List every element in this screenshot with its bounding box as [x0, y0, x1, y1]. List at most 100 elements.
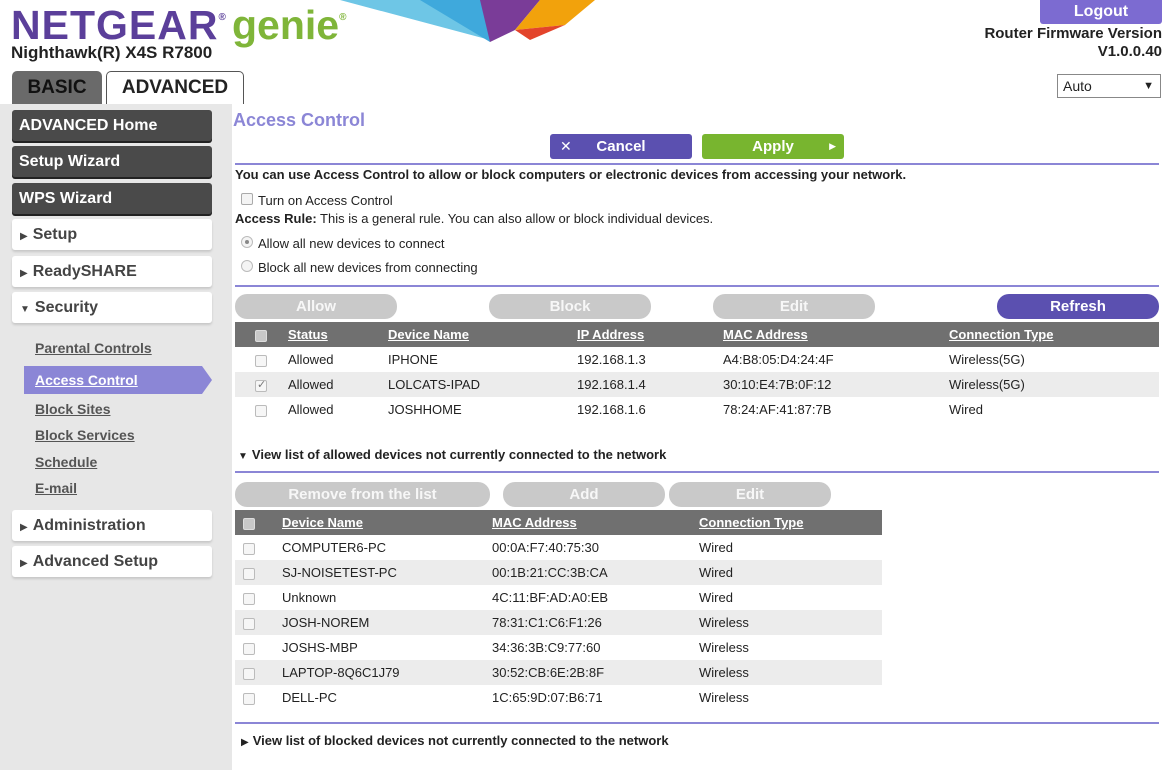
ip-cell: 192.168.1.6	[577, 402, 646, 417]
device-name-cell: JOSH-NOREM	[282, 610, 492, 635]
firmware-label: Router Firmware Version	[984, 25, 1162, 42]
edit-button[interactable]: Edit	[713, 294, 875, 319]
connection-type-header[interactable]: Connection Type	[949, 322, 1159, 347]
row-select-cell	[235, 347, 288, 372]
apply-button[interactable]: Apply ▶	[702, 134, 844, 159]
ip-cell: 192.168.1.3	[577, 352, 646, 367]
mac-address-header[interactable]: MAC Address	[492, 510, 699, 535]
connection-type-header[interactable]: Connection Type	[699, 510, 882, 535]
sidebar-link-parental-controls[interactable]: Parental Controls	[35, 340, 152, 356]
blocked-devices-toggle-label: View list of blocked devices not current…	[252, 733, 669, 748]
sidebar-section-administration[interactable]: ▶ Administration	[12, 510, 212, 541]
select-all-header	[235, 510, 282, 535]
mac-cell: 78:24:AF:41:87:7B	[723, 402, 832, 417]
sidebar-section-advanced-setup[interactable]: ▶ Advanced Setup	[12, 546, 212, 577]
allowed-devices-toggle[interactable]: ▼ View list of allowed devices not curren…	[238, 447, 666, 462]
row-checkbox[interactable]	[243, 642, 255, 655]
divider	[235, 163, 1159, 165]
block-all-radio[interactable]	[241, 260, 253, 272]
table-row: Allowed JOSHHOME 192.168.1.6 78:24:AF:41…	[235, 397, 1159, 422]
language-value: Auto	[1063, 78, 1092, 94]
header: NETGEAR® genie® Nighthawk(R) X4S R7800 L…	[0, 0, 1169, 104]
row-checkbox[interactable]	[255, 378, 267, 392]
ip-address-header[interactable]: IP Address	[577, 322, 723, 347]
collapse-arrow-icon: ▼	[20, 304, 30, 315]
section-label: Administration	[32, 517, 146, 534]
mac-address-header[interactable]: MAC Address	[723, 322, 949, 347]
sidebar-section-setup[interactable]: ▶ Setup	[12, 219, 212, 250]
router-model: Nighthawk(R) X4S R7800	[11, 43, 213, 62]
row-checkbox[interactable]	[255, 404, 267, 417]
turn-on-access-control-label: Turn on Access Control	[258, 193, 393, 208]
page-title: Access Control	[233, 110, 366, 130]
main-content: Access Control ✕ Cancel Apply ▶ You can us…	[232, 104, 1169, 770]
row-checkbox[interactable]	[243, 692, 255, 705]
table-row: Allowed LOLCATS-IPAD 192.168.1.4 30:10:E…	[235, 372, 1159, 397]
row-checkbox[interactable]	[243, 617, 255, 630]
connection-type-cell: Wired	[699, 560, 882, 585]
divider	[235, 471, 1159, 473]
firmware-info: Router Firmware Version V1.0.0.40	[984, 25, 1162, 61]
device-name-cell: IPHONE	[388, 352, 438, 367]
table-row: LAPTOP-8Q6C1J79 30:52:CB:6E:2B:8F Wirele…	[235, 660, 882, 685]
sidebar-link-schedule[interactable]: Schedule	[35, 454, 97, 470]
sidebar-wps-wizard-button[interactable]: WPS Wizard	[12, 183, 212, 214]
block-button[interactable]: Block	[489, 294, 651, 319]
device-name-cell: JOSHHOME	[388, 402, 462, 417]
table-row: COMPUTER6-PC 00:0A:F7:40:75:30 Wired	[235, 535, 882, 560]
allow-all-radio[interactable]	[241, 236, 253, 248]
sidebar-link-access-control[interactable]: Access Control	[24, 366, 212, 394]
access-rule-label: Access Rule:	[235, 211, 317, 226]
sidebar-section-security[interactable]: ▼ Security	[12, 292, 212, 323]
expand-arrow-icon: ▶	[20, 558, 28, 569]
sidebar-section-readyshare[interactable]: ▶ ReadySHARE	[12, 256, 212, 287]
device-name-header[interactable]: Device Name	[282, 510, 492, 535]
row-checkbox[interactable]	[255, 354, 267, 367]
genie-logo: genie®	[232, 2, 347, 48]
select-all-checkbox[interactable]	[243, 517, 255, 530]
decorative-swoosh	[340, 0, 595, 42]
firmware-version: V1.0.0.40	[1097, 43, 1162, 60]
row-checkbox[interactable]	[243, 567, 255, 580]
sidebar-advanced-home-button[interactable]: ADVANCED Home	[12, 110, 212, 141]
access-rule-description: Access Rule: This is a general rule. You…	[235, 211, 713, 226]
add-button[interactable]: Add	[503, 482, 665, 507]
sidebar-link-block-services[interactable]: Block Services	[35, 427, 135, 443]
tab-basic[interactable]: BASIC	[12, 71, 102, 104]
select-all-checkbox[interactable]	[255, 329, 267, 342]
sidebar-link-block-sites[interactable]: Block Sites	[35, 401, 110, 417]
logout-button[interactable]: Logout	[1040, 0, 1162, 24]
row-select-cell	[235, 372, 288, 397]
netgear-logo: NETGEAR®	[11, 2, 227, 48]
status-header[interactable]: Status	[288, 322, 388, 347]
sidebar-setup-wizard-button[interactable]: Setup Wizard	[12, 146, 212, 177]
device-name-cell: COMPUTER6-PC	[282, 540, 387, 555]
table-row: DELL-PC 1C:65:9D:07:B6:71 Wireless	[235, 685, 882, 710]
mac-cell: 4C:11:BF:AD:A0:EB	[492, 590, 609, 605]
connection-type-cell: Wireless	[699, 660, 882, 685]
allow-button[interactable]: Allow	[235, 294, 397, 319]
table-row: JOSH-NOREM 78:31:C1:C6:F1:26 Wireless	[235, 610, 882, 635]
tab-advanced[interactable]: ADVANCED	[106, 71, 244, 104]
device-name-header[interactable]: Device Name	[388, 322, 577, 347]
sidebar-link-email[interactable]: E-mail	[35, 480, 77, 496]
edit-allowed-button[interactable]: Edit	[669, 482, 831, 507]
connection-type-cell: Wired	[699, 540, 733, 555]
expand-arrow-icon: ▶	[241, 737, 249, 748]
row-select-cell	[235, 635, 282, 660]
connection-type-cell: Wireless	[699, 640, 749, 655]
refresh-button[interactable]: Refresh	[997, 294, 1159, 319]
turn-on-access-control-checkbox[interactable]	[241, 193, 253, 205]
row-checkbox[interactable]	[243, 592, 255, 605]
row-checkbox[interactable]	[243, 542, 255, 555]
blocked-devices-toggle[interactable]: ▶ View list of blocked devices not curren…	[241, 733, 669, 748]
language-select[interactable]: Auto ▼	[1057, 74, 1161, 98]
remove-from-list-button[interactable]: Remove from the list	[235, 482, 490, 507]
connection-type-cell: Wireless(5G)	[949, 352, 1025, 367]
cancel-button[interactable]: ✕ Cancel	[550, 134, 692, 159]
row-checkbox[interactable]	[243, 667, 255, 680]
mac-cell: 00:1B:21:CC:3B:CA	[492, 560, 699, 585]
table-header-row: Status Device Name IP Address MAC Addres…	[235, 322, 1159, 347]
mac-cell: 30:10:E4:7B:0F:12	[723, 372, 949, 397]
mac-cell: 00:0A:F7:40:75:30	[492, 540, 599, 555]
